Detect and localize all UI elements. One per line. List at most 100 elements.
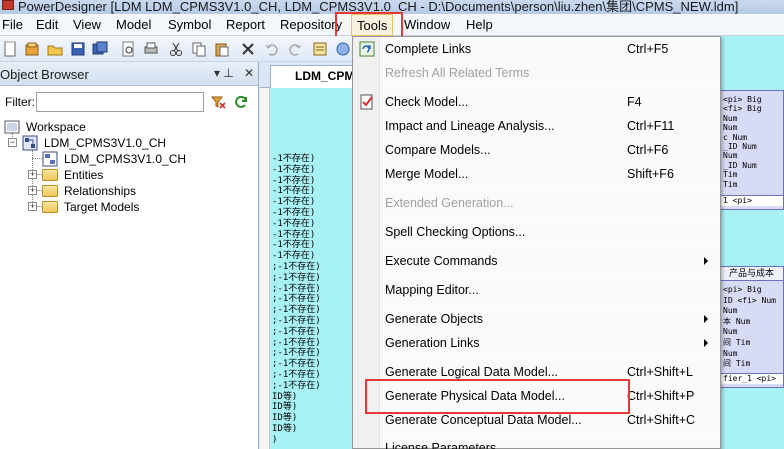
menu-item-generate-conceptual-data-model[interactable]: Generate Conceptual Data Model... Ctrl+Sh… xyxy=(353,409,720,431)
menu-item-shortcut: Ctrl+F11 xyxy=(627,119,675,133)
menu-item-label: Generate Physical Data Model... xyxy=(385,389,565,403)
menu-item-spell-checking-options[interactable]: Spell Checking Options... xyxy=(353,221,720,243)
app-icon xyxy=(2,0,14,10)
menu-item-generate-objects[interactable]: Generate Objects xyxy=(353,308,720,330)
expand-target-models-toggle[interactable]: + xyxy=(28,202,37,211)
tree-item-entities[interactable]: + Entities xyxy=(26,167,246,183)
attribute-line: ;-1不存在) xyxy=(272,326,321,337)
cut-icon[interactable] xyxy=(168,41,184,57)
browse-icon[interactable] xyxy=(335,41,351,57)
attribute-line: ID等) xyxy=(272,391,298,402)
entity-attribute: Num xyxy=(723,327,738,337)
tab-diagram[interactable]: LDM_CPMS xyxy=(270,65,360,88)
tools-menu: Complete Links Ctrl+F5 Refresh All Related… xyxy=(352,36,721,449)
attribute-line: ) xyxy=(272,434,278,445)
print-preview-icon[interactable] xyxy=(120,41,136,57)
new-model-icon[interactable] xyxy=(24,41,40,57)
menu-item-generation-links[interactable]: Generation Links xyxy=(353,332,720,354)
pin-icon[interactable]: ▾ ⊥ xyxy=(214,66,234,80)
entity-attribute: <pi> Big xyxy=(723,285,762,294)
attribute-line: ;-1不存在) xyxy=(272,370,321,380)
menu-separator xyxy=(383,275,719,276)
menu-item-generate-physical-data-model[interactable]: Generate Physical Data Model... Ctrl+Shif… xyxy=(353,385,720,407)
collapse-model-toggle[interactable]: − xyxy=(8,138,17,147)
new-icon[interactable] xyxy=(2,41,18,57)
attribute-line: ;-1不存在) xyxy=(272,272,321,283)
entity-attribute: <fi> Big xyxy=(723,104,762,114)
close-icon[interactable]: ✕ xyxy=(244,66,254,80)
submenu-arrow-icon xyxy=(704,257,708,265)
menu-item-complete-links[interactable]: Complete Links Ctrl+F5 xyxy=(353,38,720,60)
copy-icon[interactable] xyxy=(191,41,207,57)
title-bar: PowerDesigner [LDM LDM_CPMS3V1.0_CH, LDM… xyxy=(0,0,784,14)
tree-label-target-models: Target Models xyxy=(64,200,140,214)
tree-item-target-models[interactable]: + Target Models xyxy=(26,199,246,215)
menu-item-merge-model[interactable]: Merge Model... Shift+F6 xyxy=(353,163,720,185)
menu-item-check-model[interactable]: Check Model... F4 xyxy=(353,91,720,113)
expand-relationships-toggle[interactable]: + xyxy=(28,186,37,195)
refresh-icon[interactable] xyxy=(233,94,249,110)
menu-repository[interactable]: Repository xyxy=(280,17,342,32)
menu-tools[interactable]: Tools xyxy=(351,14,394,36)
menu-item-label: Extended Generation... xyxy=(385,196,514,210)
tree-item-diagram[interactable]: LDM_CPMS3V1.0_CH xyxy=(42,151,252,167)
entity-attribute: _ID Num xyxy=(723,160,757,170)
menu-item-label: Generate Conceptual Data Model... xyxy=(385,413,582,427)
paste-icon[interactable] xyxy=(214,41,230,57)
folder-icon xyxy=(42,169,58,181)
entity-symbol[interactable]: 产品与成本 <pi> Big ID <fi> Num Num 本 Num Num 间 Ti… xyxy=(720,266,784,388)
menu-view[interactable]: View xyxy=(73,17,101,32)
menu-item-label: Impact and Lineage Analysis... xyxy=(385,119,555,133)
menu-item-generate-logical-data-model[interactable]: Generate Logical Data Model... Ctrl+Shift… xyxy=(353,361,720,383)
menu-item-execute-commands[interactable]: Execute Commands xyxy=(353,250,720,272)
menu-report[interactable]: Report xyxy=(226,17,265,32)
menu-window[interactable]: Window xyxy=(404,17,450,32)
ldm-model-icon xyxy=(22,135,38,151)
diagram-ruler xyxy=(260,88,270,449)
attribute-line: -1不存在) xyxy=(272,175,316,186)
print-icon[interactable] xyxy=(143,41,159,57)
menu-edit[interactable]: Edit xyxy=(36,17,58,32)
properties-icon[interactable] xyxy=(312,41,328,57)
save-all-icon[interactable] xyxy=(92,41,108,57)
entity-identifier: fier_1 <pi> xyxy=(721,373,783,384)
menu-help[interactable]: Help xyxy=(466,17,493,32)
tree-item-relationships[interactable]: + Relationships xyxy=(26,183,246,199)
menu-item-label: Spell Checking Options... xyxy=(385,225,526,239)
menu-separator xyxy=(383,187,719,188)
undo-icon[interactable] xyxy=(264,41,280,57)
filter-row: Filter: xyxy=(0,90,259,114)
menu-symbol[interactable]: Symbol xyxy=(168,17,211,32)
menu-separator xyxy=(383,87,719,88)
menu-item-compare-models[interactable]: Compare Models... Ctrl+F6 xyxy=(353,139,720,161)
menu-item-shortcut: Ctrl+Shift+P xyxy=(627,389,695,403)
menu-model[interactable]: Model xyxy=(116,17,151,32)
clear-filter-icon[interactable] xyxy=(210,94,226,110)
expand-entities-toggle[interactable]: + xyxy=(28,170,37,179)
save-icon[interactable] xyxy=(70,41,86,57)
entity-symbol[interactable]: <pi> Big <fi> Big Num Num c Num _ID Num Num _ID… xyxy=(720,90,784,210)
window-title: PowerDesigner [LDM LDM_CPMS3V1.0_CH, LDM… xyxy=(18,0,739,14)
tree-item-workspace[interactable]: Workspace xyxy=(4,119,244,135)
entity-attribute: Num xyxy=(723,151,738,161)
diagram-canvas-right[interactable]: <pi> Big <fi> Big Num Num c Num _ID Num Num _ID… xyxy=(720,36,784,449)
attribute-line: ID等) xyxy=(272,413,298,424)
entity-attribute: Tim xyxy=(723,179,738,189)
attribute-line: -1不存在) xyxy=(272,208,316,218)
entity-title: 产品与成本 xyxy=(721,267,783,281)
attribute-line: -1不存在) xyxy=(272,229,316,240)
delete-icon[interactable] xyxy=(240,41,256,57)
menu-item-shortcut: Shift+F6 xyxy=(627,167,674,181)
diagram-canvas[interactable]: -1不存在) -1不存在) -1不存在) -1不存在) -1不存在) -1不存在) -1不存… xyxy=(270,88,354,449)
menu-item-impact-and-lineage-analysis[interactable]: Impact and Lineage Analysis... Ctrl+F11 xyxy=(353,115,720,137)
menu-file[interactable]: File xyxy=(2,17,23,32)
tree-item-model[interactable]: − LDM_CPMS3V1.0_CH xyxy=(6,135,246,151)
menu-item-shortcut: Ctrl+Shift+C xyxy=(627,413,696,427)
redo-icon[interactable] xyxy=(287,41,303,57)
filter-input[interactable] xyxy=(36,92,204,112)
open-icon[interactable] xyxy=(47,41,63,57)
menu-item-mapping-editor[interactable]: Mapping Editor... xyxy=(353,279,720,301)
attribute-line: -1不存在) xyxy=(272,154,316,164)
menu-item-license-parameters[interactable]: License Parameters... xyxy=(353,437,720,449)
attribute-line: -1不存在) xyxy=(272,186,316,197)
